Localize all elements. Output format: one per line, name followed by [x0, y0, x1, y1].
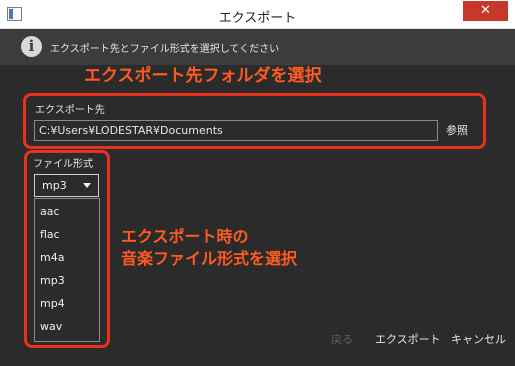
format-dropdown-list: aac flac m4a mp3 mp4 wav: [34, 198, 100, 342]
title-bar: エクスポート ✕: [0, 0, 515, 29]
annotation-format-line1: エクスポート時の: [121, 227, 249, 246]
format-option-aac[interactable]: aac: [40, 205, 60, 218]
format-selected-value: mp3: [42, 179, 67, 192]
annotation-destination: エクスポート先フォルダを選択: [84, 66, 322, 86]
back-button[interactable]: 戻る: [331, 331, 353, 347]
format-option-mp3[interactable]: mp3: [40, 274, 65, 287]
format-option-wav[interactable]: wav: [40, 320, 62, 333]
info-icon: i: [21, 36, 42, 57]
info-bar: i エクスポート先とファイル形式を選択してください: [0, 29, 515, 65]
destination-path-input[interactable]: [34, 120, 438, 141]
format-label: ファイル形式: [33, 159, 93, 170]
format-option-m4a[interactable]: m4a: [40, 251, 64, 264]
destination-label: エクスポート先: [35, 105, 105, 116]
browse-button[interactable]: 参照: [446, 122, 468, 138]
export-button[interactable]: エクスポート: [375, 331, 441, 347]
annotation-format-line2: 音楽ファイル形式を選択: [121, 249, 298, 268]
cancel-button[interactable]: キャンセル: [451, 331, 506, 347]
format-option-mp4[interactable]: mp4: [40, 297, 65, 310]
window-title: エクスポート: [218, 11, 297, 26]
annotation-format: エクスポート時の 音楽ファイル形式を選択: [121, 226, 297, 270]
close-button[interactable]: ✕: [463, 1, 508, 21]
format-select[interactable]: mp3: [34, 174, 99, 197]
export-dialog: エクスポート ✕ i エクスポート先とファイル形式を選択してください エクスポー…: [0, 0, 515, 366]
format-option-flac[interactable]: flac: [40, 228, 60, 241]
info-message: エクスポート先とファイル形式を選択してください: [50, 44, 280, 55]
chevron-down-icon: [83, 183, 91, 188]
